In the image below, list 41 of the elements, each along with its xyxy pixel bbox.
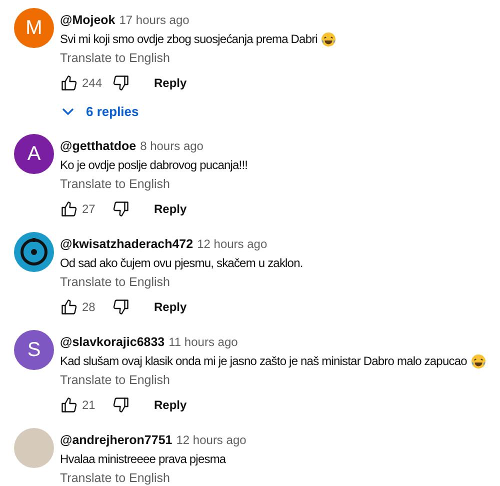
- reply-button[interactable]: Reply: [150, 74, 191, 92]
- like-count: 28: [82, 298, 96, 316]
- avatar-icon[interactable]: [14, 232, 54, 272]
- author-name[interactable]: @Mojeok: [60, 10, 116, 30]
- timestamp[interactable]: 11 hours ago: [168, 333, 238, 351]
- author-name[interactable]: @andrejheron7751: [60, 430, 172, 450]
- timestamp[interactable]: 17 hours ago: [119, 11, 190, 29]
- comment-text: Kad slušam ovaj klasik onda mi je jasno zašto je naš ministar Dabro malo zapucao: [60, 353, 467, 370]
- avatar[interactable]: A: [14, 134, 54, 174]
- comment-text: Svi mi koji smo ovdje zbog suosjećanja prema Dabri: [60, 31, 318, 48]
- author-name[interactable]: @getthatdoe: [60, 136, 136, 156]
- comment-text: Ko je ovdje poslje dabrovog pucanja!!!: [60, 157, 248, 174]
- timestamp[interactable]: 12 hours ago: [197, 235, 268, 253]
- author-name[interactable]: @slavkorajic6833: [60, 332, 165, 352]
- translate-link[interactable]: Translate to English: [60, 468, 170, 486]
- timestamp[interactable]: 12 hours ago: [176, 431, 246, 449]
- timestamp[interactable]: 8 hours ago: [140, 137, 204, 155]
- reply-button[interactable]: Reply: [150, 200, 191, 218]
- thumbs-up-icon[interactable]: [60, 298, 78, 316]
- avatar[interactable]: S: [14, 330, 54, 370]
- like-count: 27: [82, 200, 96, 218]
- translate-link[interactable]: Translate to English: [60, 48, 170, 68]
- translate-link[interactable]: Translate to English: [60, 272, 170, 292]
- thumbs-up-icon[interactable]: [60, 74, 78, 92]
- thumbs-down-icon[interactable]: [112, 298, 130, 316]
- thumbs-up-icon[interactable]: [60, 396, 78, 414]
- reply-button[interactable]: Reply: [150, 298, 191, 316]
- thumbs-down-icon[interactable]: [112, 74, 130, 92]
- chevron-down-icon: [62, 108, 74, 116]
- thumbs-down-icon[interactable]: [112, 396, 130, 414]
- reply-button[interactable]: Reply: [150, 396, 191, 414]
- author-name[interactable]: @kwisatzhaderach472: [60, 234, 194, 254]
- comment-text: Od sad ako čujem ovu pjesmu, skačem u zaklon.: [60, 255, 303, 272]
- like-count: 244: [82, 74, 104, 92]
- comment-text: Hvalaa ministreeee prava pjesma: [60, 451, 226, 468]
- like-count: 21: [82, 396, 96, 414]
- translate-link[interactable]: Translate to English: [60, 370, 170, 390]
- thumbs-down-icon[interactable]: [112, 200, 130, 218]
- translate-link[interactable]: Translate to English: [60, 174, 170, 194]
- replies-toggle[interactable]: 6 replies: [62, 98, 336, 126]
- thumbs-up-icon[interactable]: [60, 200, 78, 218]
